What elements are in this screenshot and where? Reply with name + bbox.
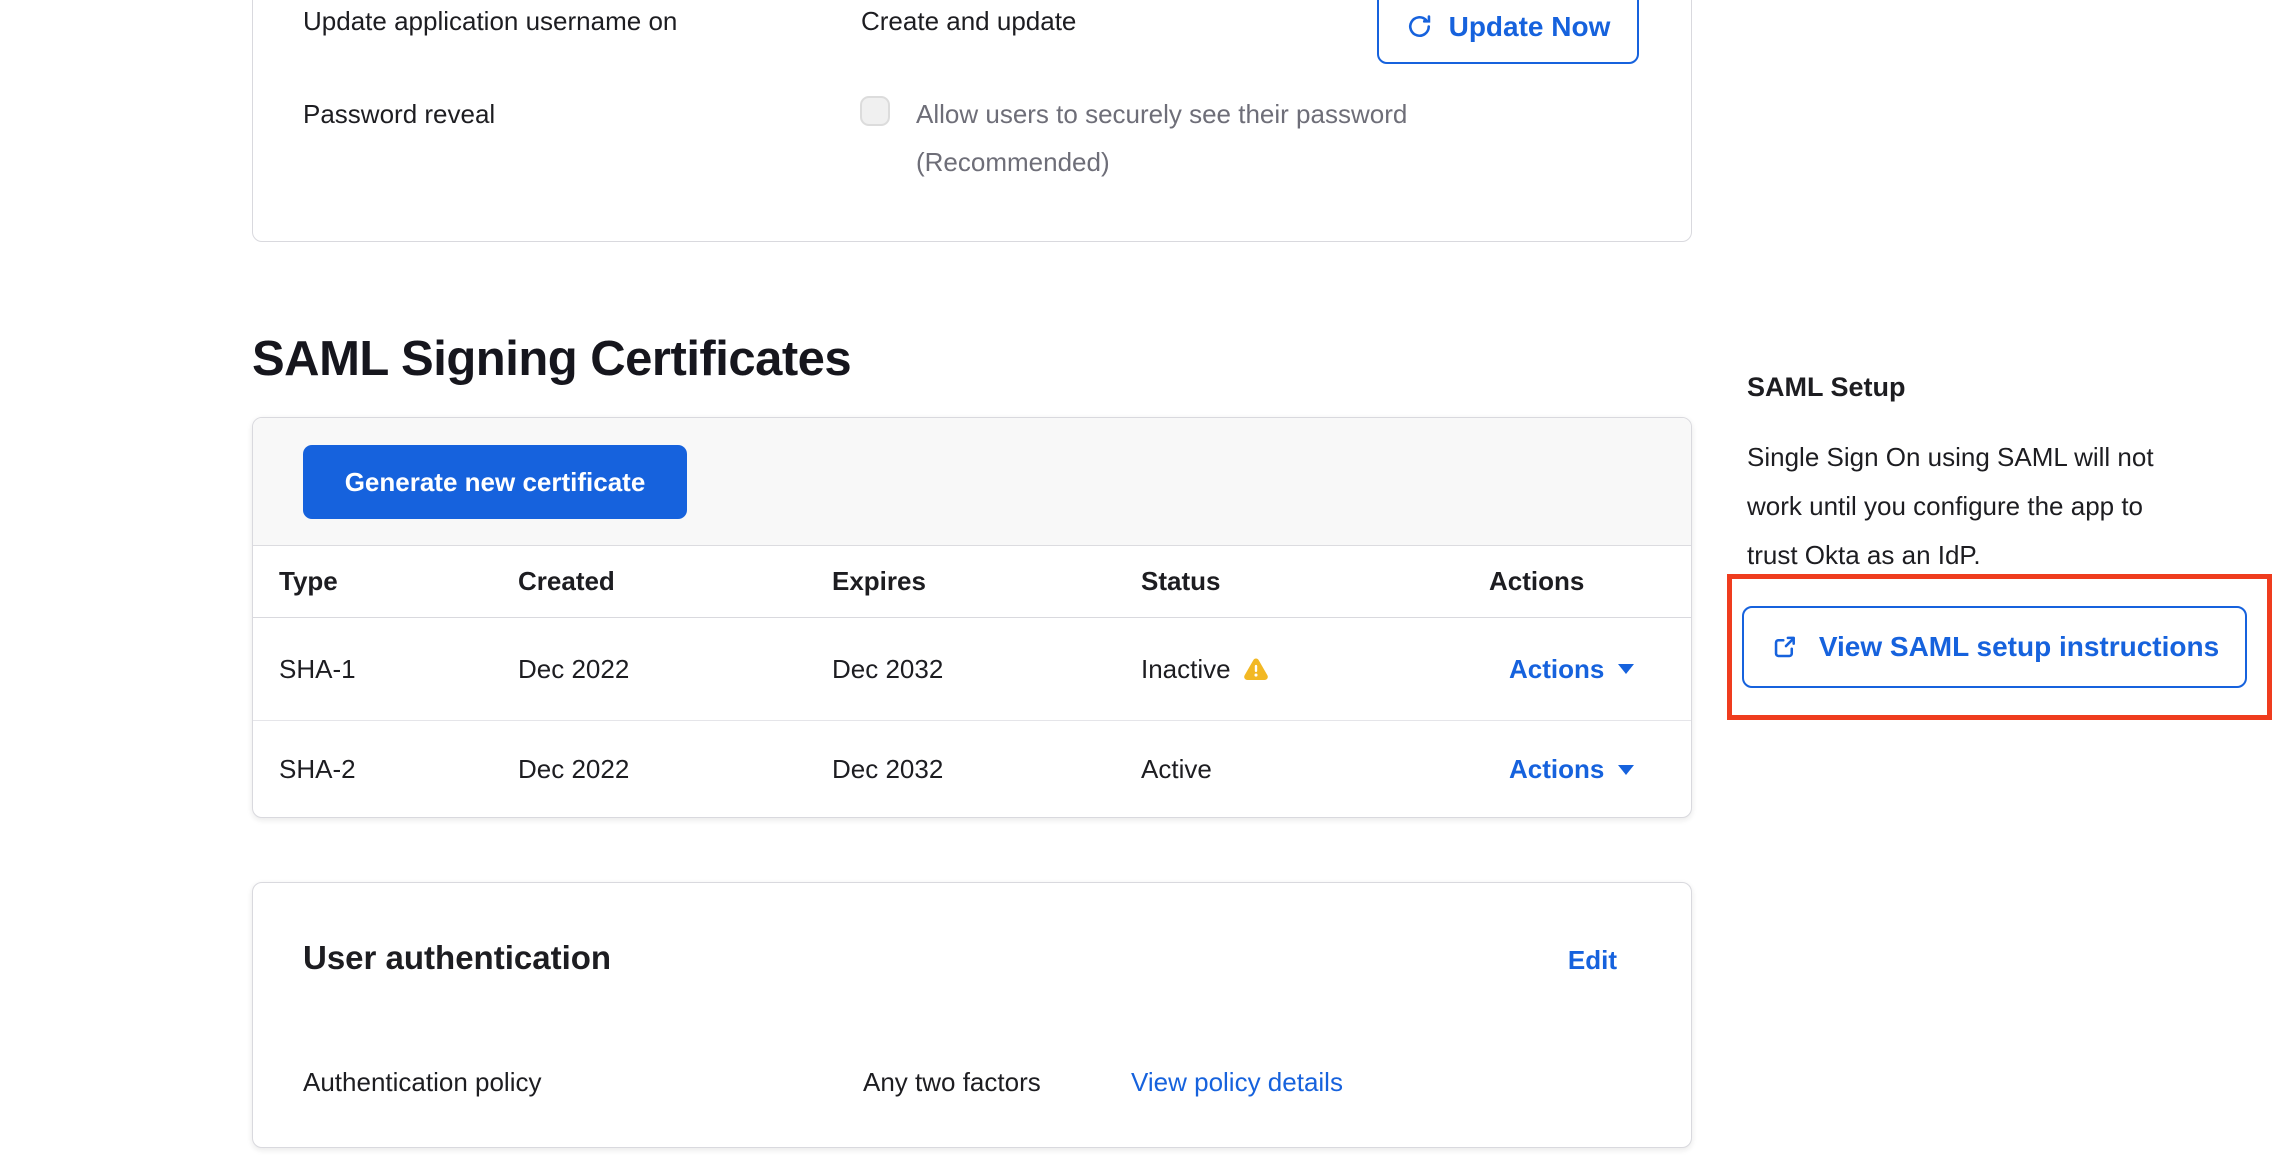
column-header-status: Status [1141,566,1489,597]
column-header-expires: Expires [832,566,1141,597]
warning-triangle-icon [1243,656,1269,682]
saml-setup-heading: SAML Setup [1747,372,1906,403]
update-now-button[interactable]: Update Now [1377,0,1639,64]
edit-authentication-link[interactable]: Edit [1568,945,1617,976]
actions-dropdown-sha1[interactable]: Actions [1509,654,1634,685]
authentication-policy-value: Any two factors [863,1065,1041,1099]
description-line: Single Sign On using SAML will not [1747,433,2154,482]
password-reveal-description-line1: Allow users to securely see their passwo… [916,97,1407,131]
cell-created: Dec 2022 [518,654,832,685]
update-now-label: Update Now [1449,11,1611,43]
actions-label: Actions [1509,654,1604,685]
status-text: Inactive [1141,654,1231,685]
certificates-card-header: Generate new certificate [253,418,1691,546]
saml-setup-description: Single Sign On using SAML will not work … [1747,433,2154,580]
password-reveal-checkbox[interactable] [860,96,890,126]
refresh-icon [1406,13,1433,40]
okta-app-settings-page: Update application username on Create an… [0,0,2279,1158]
cell-created: Dec 2022 [518,754,832,785]
cell-type: SHA-1 [279,654,518,685]
page-title: SAML Signing Certificates [252,331,851,387]
cell-actions: Actions [1489,654,1691,685]
cell-status: Inactive [1141,654,1489,685]
caret-down-icon [1618,765,1634,775]
saml-certificates-card: Generate new certificate Type Created Ex… [252,417,1692,818]
actions-label: Actions [1509,754,1604,785]
username-update-value: Create and update [861,4,1076,38]
column-header-actions: Actions [1489,566,1691,597]
user-authentication-card: User authentication Edit Authentication … [252,882,1692,1148]
description-line: trust Okta as an IdP. [1747,531,2154,580]
setup-instructions-label: View SAML setup instructions [1819,631,2219,663]
caret-down-icon [1618,664,1634,674]
username-update-label: Update application username on [303,4,677,38]
password-reveal-description-line2: (Recommended) [916,145,1110,179]
app-credentials-card: Update application username on Create an… [252,0,1692,242]
annotation-highlight-box: View SAML setup instructions [1727,574,2272,720]
authentication-policy-label: Authentication policy [303,1065,541,1099]
cell-expires: Dec 2032 [832,654,1141,685]
description-line: work until you configure the app to [1747,482,2154,531]
cell-status: Active [1141,754,1489,785]
table-row-sha1: SHA-1 Dec 2022 Dec 2032 Inactive Actions [253,618,1691,721]
generate-certificate-button[interactable]: Generate new certificate [303,445,687,519]
certificates-table-header: Type Created Expires Status Actions [253,546,1691,618]
user-authentication-heading: User authentication [303,939,611,977]
cell-expires: Dec 2032 [832,754,1141,785]
external-link-icon [1770,633,1799,662]
cell-actions: Actions [1489,754,1691,785]
password-reveal-label: Password reveal [303,97,495,131]
status-text: Active [1141,754,1212,785]
table-row-sha2: SHA-2 Dec 2022 Dec 2032 Active Actions [253,721,1691,818]
cell-type: SHA-2 [279,754,518,785]
actions-dropdown-sha2[interactable]: Actions [1509,754,1634,785]
column-header-created: Created [518,566,832,597]
view-saml-setup-instructions-button[interactable]: View SAML setup instructions [1742,606,2247,688]
column-header-type: Type [279,566,518,597]
view-policy-details-link[interactable]: View policy details [1131,1065,1343,1099]
